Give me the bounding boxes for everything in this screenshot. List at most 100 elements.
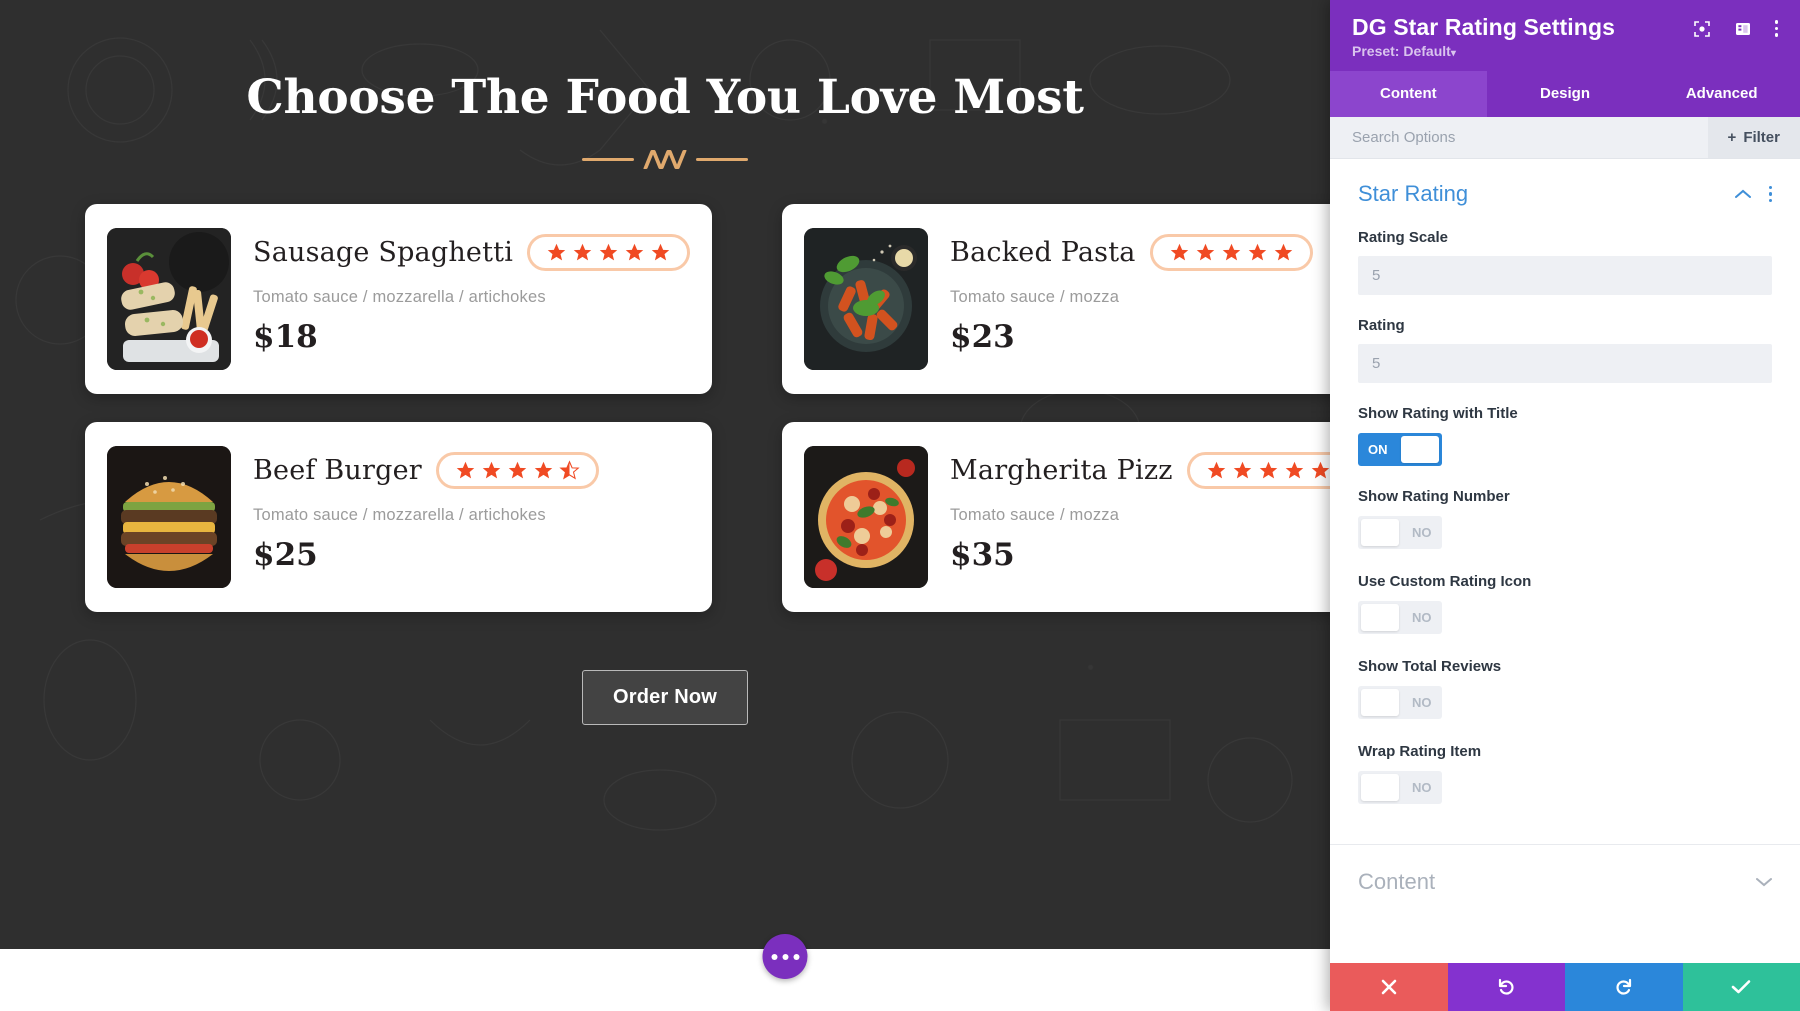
filter-button-label: Filter	[1743, 129, 1780, 146]
toggle-state-label: NO	[1412, 525, 1432, 540]
field-rating: Rating	[1330, 295, 1800, 383]
toggle-show-total-reviews[interactable]: NO	[1358, 686, 1442, 719]
food-title-row: Sausage Spaghetti	[253, 233, 691, 271]
screen: Choose The Food You Love Most Sausage Sp…	[0, 0, 1800, 1011]
food-description: Tomato sauce / mozzarella / artichokes	[253, 287, 546, 306]
toggle-state-label: NO	[1412, 610, 1432, 625]
food-image-penne-pasta	[804, 227, 929, 370]
redo-icon	[1616, 978, 1631, 995]
save-button[interactable]	[1682, 963, 1800, 1011]
star-icon	[1207, 461, 1225, 479]
preset-selector[interactable]: Preset: Default▾	[1352, 43, 1778, 59]
field-show-rating-with-title: Show Rating with Title ON	[1330, 383, 1800, 466]
toggle-state-label: NO	[1412, 780, 1432, 795]
star-rating-badge[interactable]	[1186, 451, 1330, 489]
page-canvas: Choose The Food You Love Most Sausage Sp…	[0, 0, 1330, 1011]
undo-button[interactable]	[1447, 963, 1565, 1011]
panel-header-icons	[1693, 14, 1778, 38]
floating-more-options-button[interactable]	[762, 934, 808, 979]
panel-header: DG Star Rating Settings Preset: Default▾	[1330, 0, 1800, 71]
focus-icon[interactable]	[1693, 19, 1712, 38]
group-content-collapsed[interactable]: Content	[1330, 844, 1800, 925]
toggle-use-custom-rating-icon[interactable]: NO	[1358, 601, 1442, 634]
star-icon	[1248, 243, 1266, 261]
toggle-knob	[1361, 604, 1399, 631]
food-card-grid: Sausage Spaghetti Tomato sauce / mozzare…	[85, 203, 1330, 612]
food-title-row: Beef Burger	[253, 451, 690, 489]
star-icon	[1233, 461, 1251, 479]
chevron-down-icon[interactable]	[1756, 874, 1772, 890]
chevron-up-icon[interactable]	[1734, 186, 1751, 202]
food-description: Tomato sauce / mozzarella / artichokes	[253, 505, 546, 524]
food-card[interactable]: Backed Pasta Tomato sauce / mozza $23	[782, 203, 1330, 394]
ornament-divider	[0, 149, 1330, 169]
field-rating-scale: Rating Scale	[1330, 207, 1800, 295]
page-footer-strip	[0, 949, 1330, 1011]
food-price: $18	[253, 318, 318, 355]
toggle-knob	[1361, 519, 1399, 546]
discard-button[interactable]	[1330, 963, 1448, 1011]
food-card[interactable]: Sausage Spaghetti Tomato sauce / mozzare…	[85, 203, 713, 394]
food-description: Tomato sauce / mozza	[950, 505, 1120, 524]
panel-scroll-body[interactable]: Star Rating Rating Scale Rating Show Rat…	[1330, 159, 1800, 963]
food-image-sausage-wrap	[107, 227, 231, 370]
field-label: Wrap Rating Item	[1358, 743, 1482, 760]
field-label: Show Rating Number	[1358, 488, 1510, 505]
rating-scale-input[interactable]	[1358, 256, 1772, 295]
undo-icon	[1499, 978, 1514, 995]
star-rating-badge[interactable]	[435, 451, 599, 489]
star-half-icon	[559, 460, 580, 480]
filter-button[interactable]: + Filter	[1707, 117, 1800, 158]
food-price: $23	[950, 318, 1015, 355]
tab-design[interactable]: Design	[1487, 71, 1644, 117]
star-rating-badge[interactable]	[1149, 233, 1313, 271]
kebab-menu-icon[interactable]	[1774, 20, 1778, 37]
star-icon	[1196, 243, 1214, 261]
star-icon	[1285, 461, 1303, 479]
food-card[interactable]: Margherita Pizz Tomato sauce / mozza $35	[782, 421, 1330, 612]
search-bar: + Filter	[1330, 117, 1800, 159]
layout-icon[interactable]	[1734, 19, 1753, 38]
page-title: Choose The Food You Love Most	[246, 70, 1084, 125]
star-icon	[1274, 243, 1292, 261]
search-input[interactable]	[1330, 117, 1708, 158]
divider-bar-right	[696, 157, 748, 161]
panel-title: DG Star Rating Settings	[1352, 14, 1615, 40]
preset-caret-icon: ▾	[1450, 48, 1456, 59]
field-label: Show Rating with Title	[1358, 405, 1518, 422]
tab-content[interactable]: Content	[1330, 71, 1487, 117]
field-label: Use Custom Rating Icon	[1358, 573, 1532, 590]
star-icon	[534, 461, 553, 479]
star-icon	[625, 243, 644, 261]
toggle-show-rating-number[interactable]: NO	[1358, 516, 1442, 549]
panel-action-bar	[1330, 963, 1800, 1011]
toggle-knob	[1361, 774, 1399, 801]
field-use-custom-rating-icon: Use Custom Rating Icon NO	[1330, 551, 1800, 636]
field-label: Rating Scale	[1358, 229, 1449, 246]
food-card-body: Sausage Spaghetti Tomato sauce / mozzare…	[253, 228, 691, 355]
toggle-wrap-rating-item[interactable]: NO	[1358, 771, 1442, 804]
star-icon	[482, 461, 501, 479]
star-rating-badge[interactable]	[527, 233, 691, 271]
star-icon	[547, 243, 566, 261]
tab-advanced[interactable]: Advanced	[1643, 71, 1800, 117]
field-show-rating-number: Show Rating Number NO	[1330, 466, 1800, 551]
food-name: Margherita Pizz	[950, 454, 1173, 486]
group-title: Star Rating	[1358, 181, 1469, 206]
toggle-show-rating-with-title[interactable]: ON	[1358, 433, 1442, 466]
food-card[interactable]: Beef Burger Tomato sauce / mozzarella / …	[85, 421, 713, 612]
food-title-row: Backed Pasta	[950, 233, 1330, 271]
food-card-body: Backed Pasta Tomato sauce / mozza $23	[950, 228, 1330, 355]
order-now-button[interactable]: Order Now	[581, 669, 749, 725]
rating-input[interactable]	[1358, 344, 1772, 383]
food-card-body: Beef Burger Tomato sauce / mozzarella / …	[253, 446, 690, 573]
toggle-state-label: NO	[1412, 695, 1432, 710]
star-icon	[456, 461, 475, 479]
toggle-knob	[1361, 689, 1399, 716]
group-kebab-menu-icon[interactable]	[1768, 185, 1772, 203]
star-icon	[1259, 461, 1277, 479]
panel-tabs: Content Design Advanced	[1330, 71, 1800, 117]
food-price: $35	[950, 536, 1015, 573]
redo-button[interactable]	[1565, 963, 1683, 1011]
food-price: $25	[253, 536, 318, 573]
